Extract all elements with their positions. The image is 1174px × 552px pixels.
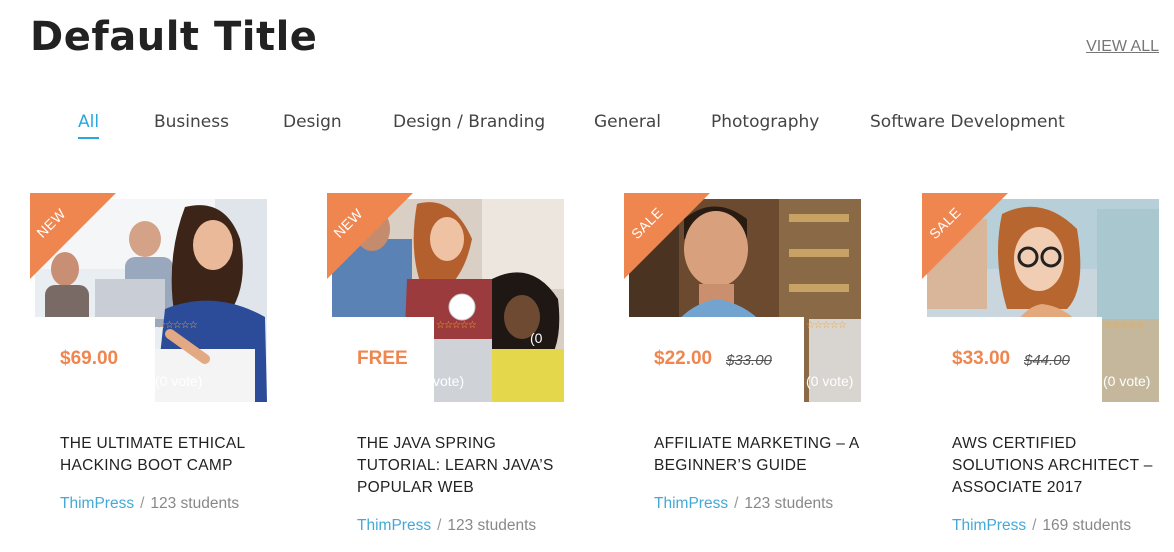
tab-photography[interactable]: Photography bbox=[711, 112, 819, 137]
course-title[interactable]: THE JAVA SPRING TUTORIAL: LEARN JAVA’S P… bbox=[357, 433, 567, 499]
vote-count: (0 vote) bbox=[1103, 373, 1151, 389]
rating-stars: ☆☆☆☆☆ bbox=[1104, 320, 1145, 331]
course-meta: ThimPress/169 students bbox=[952, 517, 1132, 534]
student-count: 123 students bbox=[447, 517, 537, 534]
vote-count: vote) bbox=[433, 373, 465, 389]
student-count: 169 students bbox=[1042, 517, 1132, 534]
course-card[interactable]: SALE $33.00 $44.00 ☆☆☆☆☆ (0 vote) AWS CE… bbox=[922, 193, 1174, 543]
course-meta: ThimPress/123 students bbox=[357, 517, 537, 534]
course-price: $22.00 bbox=[654, 348, 713, 369]
author-link[interactable]: ThimPress bbox=[357, 517, 431, 534]
new-badge: NEW bbox=[30, 193, 116, 279]
course-title[interactable]: AFFILIATE MARKETING – A BEGINNER’S GUIDE bbox=[654, 433, 864, 477]
tab-all[interactable]: All bbox=[78, 112, 100, 139]
course-meta: ThimPress/123 students bbox=[654, 495, 834, 512]
course-meta: ThimPress/123 students bbox=[60, 495, 240, 512]
course-price: FREE bbox=[357, 348, 408, 369]
new-badge: NEW bbox=[327, 193, 413, 279]
course-card[interactable]: NEW FREE ☆☆☆☆☆ (0 vote) THE JAVA SPRING … bbox=[327, 193, 589, 543]
tab-software-development[interactable]: Software Development bbox=[870, 112, 1065, 137]
category-tabs: All Business Design Design / Branding Ge… bbox=[78, 112, 1078, 142]
course-price: $69.00 bbox=[60, 348, 119, 369]
rating-stars: ☆☆☆☆☆ bbox=[806, 320, 847, 331]
author-link[interactable]: ThimPress bbox=[60, 495, 134, 512]
original-price: $33.00 bbox=[726, 352, 772, 369]
course-title[interactable]: THE ULTIMATE ETHICAL HACKING BOOT CAMP bbox=[60, 433, 270, 477]
tab-design[interactable]: Design bbox=[283, 112, 342, 137]
sale-badge: SALE bbox=[624, 193, 710, 279]
rating-stars: ☆☆☆☆☆ bbox=[436, 320, 477, 331]
course-card[interactable]: NEW $69.00 ☆☆☆☆☆ (0 vote) THE ULTIMATE E… bbox=[30, 193, 292, 543]
page-title: Default Title bbox=[30, 14, 318, 60]
course-price: $33.00 bbox=[952, 348, 1011, 369]
vote-count-prefix: (0 bbox=[530, 330, 543, 346]
sale-badge: SALE bbox=[922, 193, 1008, 279]
vote-count: (0 vote) bbox=[806, 373, 854, 389]
tab-business[interactable]: Business bbox=[154, 112, 229, 137]
student-count: 123 students bbox=[744, 495, 834, 512]
tab-design-branding[interactable]: Design / Branding bbox=[393, 112, 545, 137]
author-link[interactable]: ThimPress bbox=[654, 495, 728, 512]
author-link[interactable]: ThimPress bbox=[952, 517, 1026, 534]
tab-general[interactable]: General bbox=[594, 112, 661, 137]
view-all-link[interactable]: VIEW ALL bbox=[1086, 38, 1159, 56]
rating-stars: ☆☆☆☆☆ bbox=[157, 320, 198, 331]
course-card[interactable]: SALE $22.00 $33.00 ☆☆☆☆☆ (0 vote) AFFILI… bbox=[624, 193, 886, 543]
course-title[interactable]: AWS CERTIFIED SOLUTIONS ARCHITECT – ASSO… bbox=[952, 433, 1162, 499]
student-count: 123 students bbox=[150, 495, 240, 512]
original-price: $44.00 bbox=[1024, 352, 1070, 369]
vote-count: (0 vote) bbox=[155, 373, 203, 389]
